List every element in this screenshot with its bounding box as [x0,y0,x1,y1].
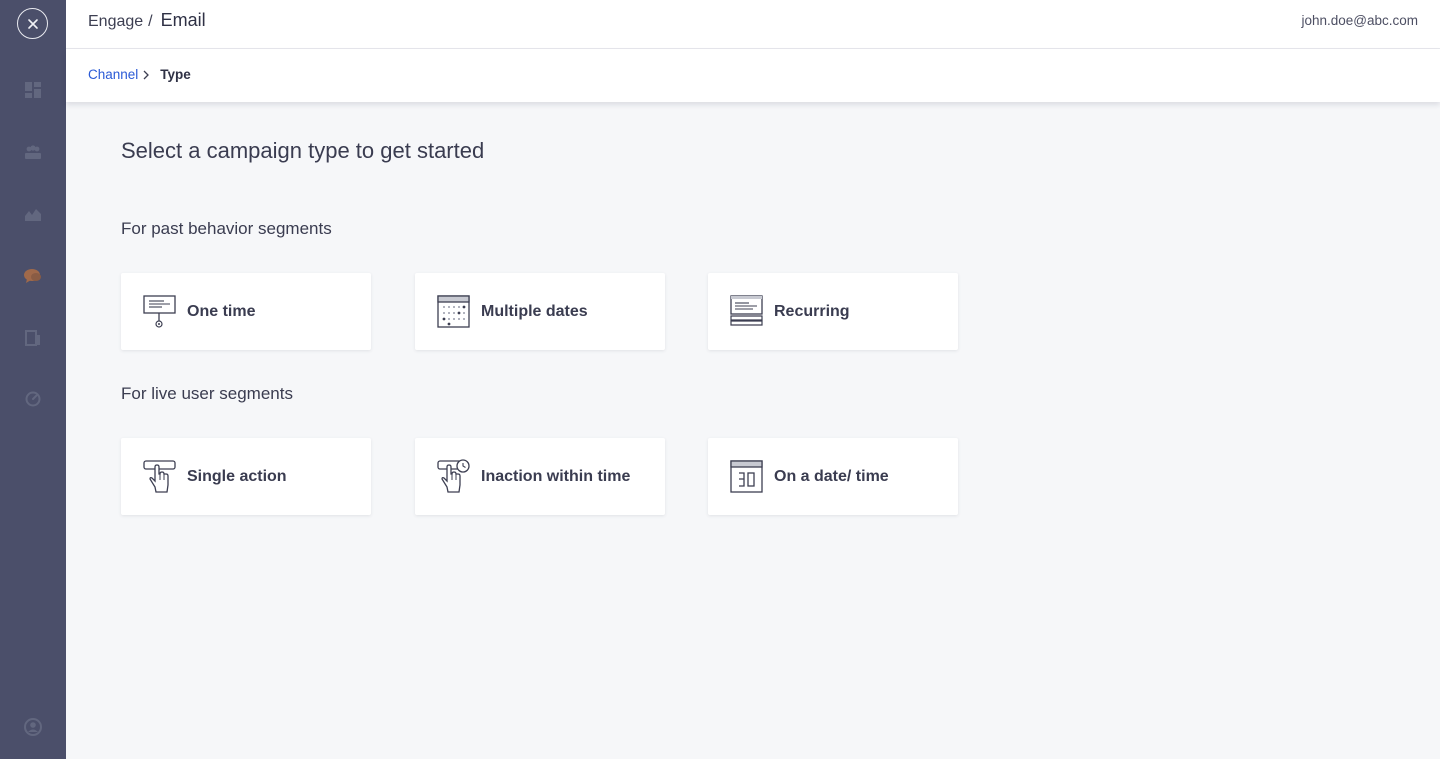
card-on-a-date-time[interactable]: On a date/ time [708,438,958,515]
title-parent[interactable]: Engage [88,13,143,31]
breadcrumb-current: Type [160,67,191,82]
main-heading: Select a campaign type to get started [121,138,485,163]
card-inaction-within-time[interactable]: Inaction within time [415,438,665,515]
segments-icon[interactable] [24,143,42,161]
close-icon [27,18,38,29]
speed-icon[interactable] [24,390,42,408]
sidebar [0,0,66,759]
section-title-live-user: For live user segments [121,384,293,403]
analytics-icon[interactable] [24,205,42,223]
card-one-time[interactable]: One time [121,273,371,350]
card-label: One time [187,302,256,320]
title-current: Email [160,10,206,30]
calendar-date-icon [729,459,764,494]
dashboard-icon[interactable] [24,81,42,99]
top-bar: Engage / Email john.doe@abc.com [66,0,1440,49]
page-title: Engage / Email [88,10,206,31]
chevron-right-icon [143,70,150,80]
breadcrumb-channel-link[interactable]: Channel [88,67,138,82]
card-single-action[interactable]: Single action [121,438,371,515]
section-title-past-behavior: For past behavior segments [121,219,332,238]
card-label: On a date/ time [774,467,889,485]
account-icon[interactable] [24,718,42,736]
title-separator: / [148,13,153,30]
content-icon[interactable] [24,329,42,347]
hand-clock-icon [436,459,471,494]
engage-icon[interactable] [24,267,42,285]
card-label: Recurring [774,302,850,320]
card-label: Multiple dates [481,302,588,320]
card-recurring[interactable]: Recurring [708,273,958,350]
calendar-grid-icon [436,294,471,329]
billboard-pin-icon [142,294,177,329]
user-email[interactable]: john.doe@abc.com [1301,13,1418,28]
card-label: Single action [187,467,287,485]
card-label: Inaction within time [481,467,631,485]
card-multiple-dates[interactable]: Multiple dates [415,273,665,350]
stacked-sheets-icon [729,294,764,329]
breadcrumb: Channel Type [66,49,1440,102]
close-button[interactable] [17,8,48,39]
hand-pointer-icon [142,459,177,494]
